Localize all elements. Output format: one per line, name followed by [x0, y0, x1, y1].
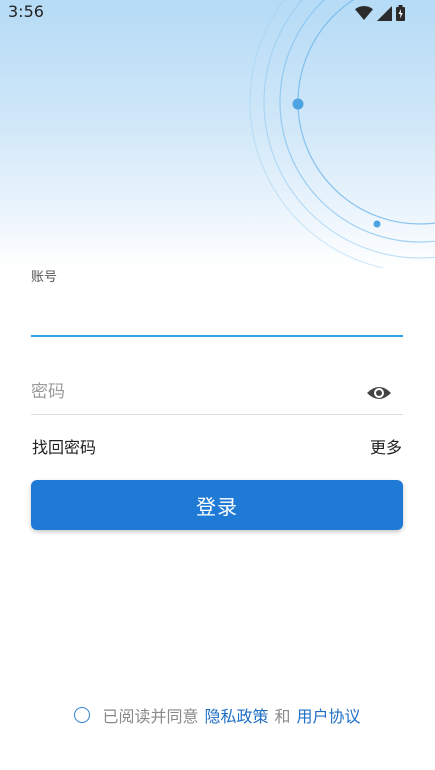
eye-icon: [367, 387, 391, 399]
status-icons: [355, 4, 405, 22]
account-underline: [31, 335, 403, 337]
wifi-icon: [355, 6, 373, 20]
status-bar: 3:56: [0, 0, 435, 26]
password-underline: [31, 414, 403, 415]
agreement-conjunction: 和: [274, 707, 291, 726]
find-password-link[interactable]: 找回密码: [32, 434, 96, 458]
cellular-signal-icon: [377, 5, 392, 21]
account-label: 账号: [31, 270, 58, 285]
login-button[interactable]: 登录: [31, 480, 403, 530]
privacy-policy-link[interactable]: 隐私政策: [204, 703, 268, 727]
header-background: [0, 0, 435, 268]
orbit-dot-small: [373, 220, 381, 228]
orbit-dot-large: [292, 98, 304, 110]
password-visibility-toggle[interactable]: [366, 382, 392, 404]
password-input[interactable]: [31, 376, 351, 408]
orbit-decoration: [249, 0, 435, 268]
agreement-prefix: 已阅读并同意: [102, 707, 199, 726]
more-options-link[interactable]: 更多: [370, 434, 402, 458]
user-agreement-link[interactable]: 用户协议: [297, 703, 361, 727]
status-time: 3:56: [8, 2, 44, 21]
agreement-row: 已阅读并同意 隐私政策 和 用户协议: [0, 703, 435, 727]
battery-icon: [396, 5, 405, 21]
agreement-radio[interactable]: [74, 707, 91, 723]
account-input[interactable]: [31, 296, 403, 332]
